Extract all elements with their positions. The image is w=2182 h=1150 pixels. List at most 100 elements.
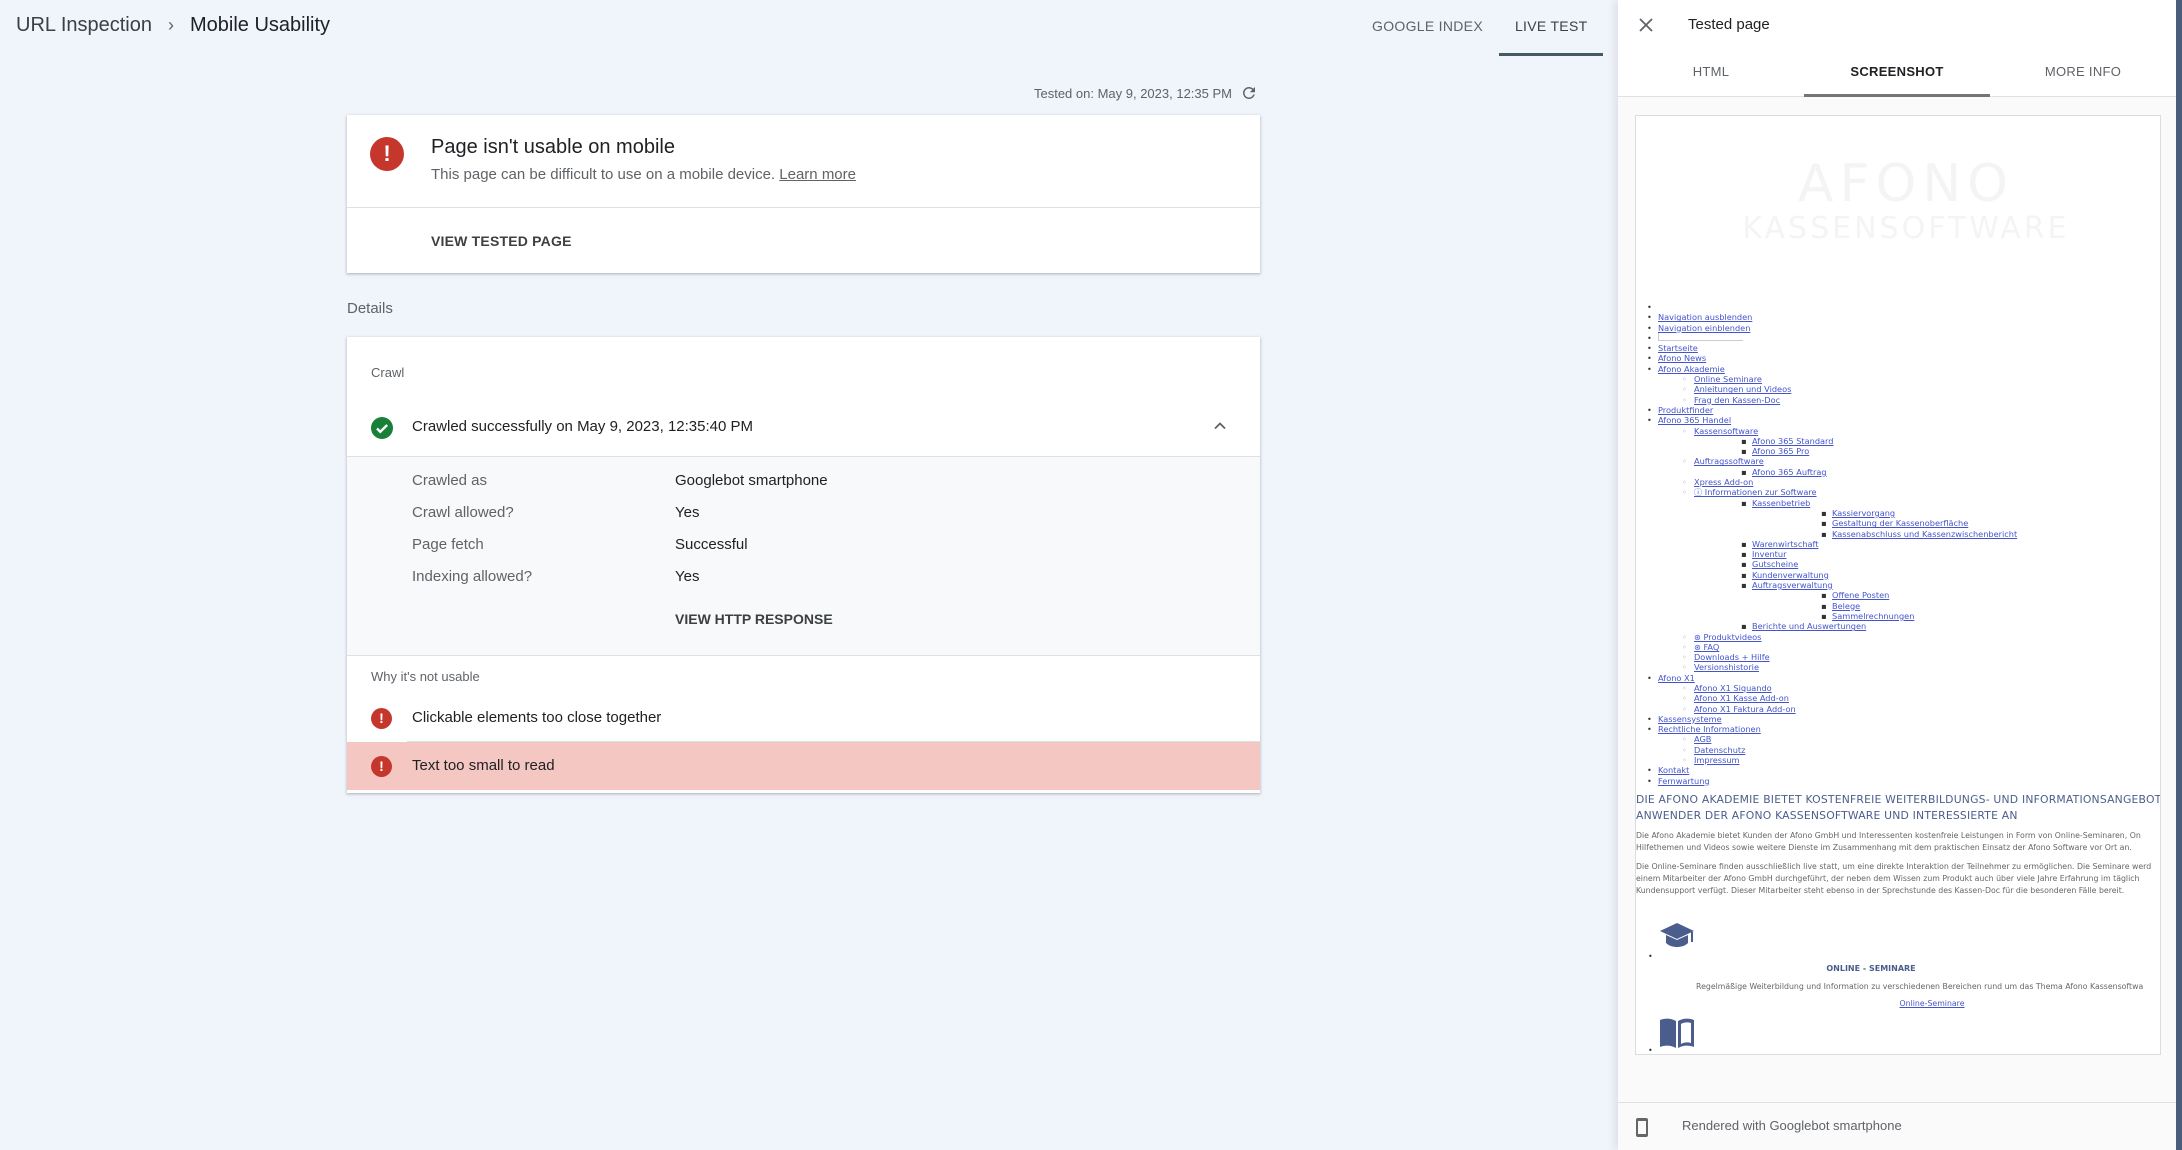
nav-link[interactable]: Datenschutz [1694,745,1745,755]
nav-item: Kassenabschluss und Kassenzwischenberich… [1752,529,2017,540]
seminar-title: ONLINE - SEMINARE [1826,964,1916,973]
nav-link[interactable]: Impressum [1694,755,1740,765]
nav-link[interactable]: ⊛ Produktvideos [1694,632,1761,642]
nav-link[interactable]: ⓘ Informationen zur Software [1694,487,1817,497]
error-icon: ! [371,708,392,729]
nav-link[interactable]: Afono Akademie [1658,364,1725,374]
tab-more-info[interactable]: MORE INFO [1990,50,2176,97]
site-paragraph-line: einem Mitarbeiter der Afono GmbH durchge… [1636,874,2140,883]
nav-item: AuftragssoftwareAfono 365 Auftrag [1658,456,2017,477]
nav-link[interactable]: Anleitungen und Videos [1694,384,1791,394]
tested-page-panel: Tested page HTML SCREENSHOT MORE INFO AF… [1618,0,2176,1150]
nav-link[interactable]: Online Seminare [1694,374,1762,384]
nav-search-input[interactable] [1658,332,1743,341]
nav-item: Afono 365 HandelKassensoftwareAfono 365 … [1644,415,2017,673]
nav-item: Afono AkademieOnline SeminareAnleitungen… [1644,364,2017,405]
learn-more-link[interactable]: Learn more [779,166,856,183]
nav-link[interactable]: AGB [1694,734,1711,744]
nav-item: Impressum [1658,755,2017,766]
nav-item: Afono News [1644,353,2017,364]
nav-item: Afono X1 Faktura Add-on [1658,704,2017,715]
site-paragraph: Die Online-Seminare finden ausschließlic… [1636,861,2160,897]
nav-link[interactable]: Startseite [1658,343,1698,353]
nav-item: Offene Posten [1752,590,2017,601]
details-card: Crawl Crawled successfully on May 9, 202… [347,337,1260,793]
nav-link[interactable]: Berichte und Auswertungen [1752,621,1866,631]
nav-link[interactable]: Frag den Kassen-Doc [1694,395,1780,405]
nav-link[interactable]: Gutscheine [1752,559,1798,569]
page-screenshot[interactable]: AFONO KASSENSOFTWARE Navigation ausblend… [1635,115,2161,1055]
nav-link[interactable]: ⊛ FAQ [1694,642,1719,652]
nav-item: Berichte und Auswertungen [1694,621,2017,632]
nav-item: Afono 365 Standard [1694,436,2017,447]
error-icon: ! [371,756,392,777]
nav-item: Datenschutz [1658,745,2017,756]
status-subtitle: This page can be difficult to use on a m… [431,166,856,183]
nav-link[interactable]: Fernwartung [1658,776,1710,786]
nav-link[interactable]: Sammelrechnungen [1832,611,1914,621]
nav-link[interactable]: Afono X1 Faktura Add-on [1694,704,1796,714]
site-paragraph-line: Die Afono Akademie bietet Kunden der Afo… [1636,831,2141,840]
panel-footer: Rendered with Googlebot smartphone [1618,1102,2176,1150]
nav-link[interactable]: Auftragssoftware [1694,456,1764,466]
nav-link[interactable]: Kassensysteme [1658,714,1722,724]
nav-link[interactable]: Offene Posten [1832,590,1889,600]
nav-item: AuftragsverwaltungOffene PostenBelegeSam… [1694,580,2017,621]
nav-item: Inventur [1694,549,2017,560]
page-scrollbar[interactable] [2176,0,2182,1150]
nav-link[interactable]: Navigation ausblenden [1658,312,1752,322]
nav-link[interactable]: Auftragsverwaltung [1752,580,1833,590]
nav-link[interactable]: Navigation einblenden [1658,323,1750,333]
nav-link[interactable]: Downloads + Hilfe [1694,652,1770,662]
issue-row-clickable-elements[interactable]: ! Clickable elements too close together [347,694,1260,742]
crawl-summary-row[interactable]: Crawled successfully on May 9, 2023, 12:… [347,397,1260,457]
nav-item: Belege [1752,601,2017,612]
nav-link[interactable]: Afono 365 Pro [1752,446,1809,456]
view-http-response-button[interactable]: VIEW HTTP RESPONSE [675,611,833,627]
nav-link[interactable]: Kundenverwaltung [1752,570,1829,580]
error-icon: ! [370,137,404,171]
issue-row-text-too-small[interactable]: ! Text too small to read [347,742,1260,790]
nav-link[interactable]: Kassenabschluss und Kassenzwischenberich… [1832,529,2017,539]
tab-screenshot[interactable]: SCREENSHOT [1804,50,1990,97]
nav-list: Online SeminareAnleitungen und VideosFra… [1658,374,2017,405]
nav-link[interactable]: Kassenbetrieb [1752,498,1810,508]
tab-google-index[interactable]: GOOGLE INDEX [1356,0,1499,56]
nav-link[interactable]: Rechtliche Informationen [1658,724,1761,734]
inspection-tabs: GOOGLE INDEX LIVE TEST [1356,0,1604,56]
nav-link[interactable]: Afono X1 Kasse Add-on [1694,693,1789,703]
tested-on: Tested on: May 9, 2023, 12:35 PM [1000,84,1258,102]
nav-list: Navigation ausblendenNavigation einblend… [1644,302,2017,786]
refresh-icon[interactable] [1240,84,1258,102]
breadcrumb-url-inspection[interactable]: URL Inspection [16,14,152,37]
site-logo-main: AFONO [1797,154,2015,214]
nav-link[interactable]: Afono 365 Standard [1752,436,1833,446]
chevron-up-icon[interactable] [1210,416,1230,436]
nav-link[interactable]: Inventur [1752,549,1786,559]
nav-link[interactable]: Warenwirtschaft [1752,539,1818,549]
tab-live-test[interactable]: LIVE TEST [1498,0,1604,56]
breadcrumb-separator-icon: › [168,15,174,35]
nav-link[interactable]: Produktfinder [1658,405,1713,415]
nav-item: Kundenverwaltung [1694,570,2017,581]
tab-html[interactable]: HTML [1618,50,1804,97]
nav-link[interactable]: Xpress Add-on [1694,477,1753,487]
nav-link[interactable]: Afono X1 Siquando [1694,683,1772,693]
nav-link[interactable]: Versionshistorie [1694,662,1759,672]
nav-item: Sammelrechnungen [1752,611,2017,622]
view-tested-page-button[interactable]: VIEW TESTED PAGE [431,233,572,249]
nav-list: Kassenbetrieb KassiervorgangGestaltung de… [1694,498,2017,632]
nav-link[interactable]: Afono 365 Handel [1658,415,1731,425]
nav-link[interactable]: Kassiervorgang [1832,508,1895,518]
nav-link[interactable]: Afono News [1658,353,1706,363]
nav-link[interactable]: Kontakt [1658,765,1689,775]
site-logo-sub: KASSENSOFTWARE [1742,211,2070,246]
nav-link[interactable]: Belege [1832,601,1860,611]
nav-link[interactable]: Gestaltung der Kassenoberfläche [1832,518,1968,528]
nav-link[interactable]: Kassensoftware [1694,426,1758,436]
seminar-link[interactable]: Online-Seminare [1636,999,2160,1008]
nav-link[interactable]: Afono X1 [1658,673,1695,683]
close-icon[interactable] [1636,15,1656,35]
nav-link[interactable]: Afono 365 Auftrag [1752,467,1827,477]
nav-item: Kontakt [1644,765,2017,776]
